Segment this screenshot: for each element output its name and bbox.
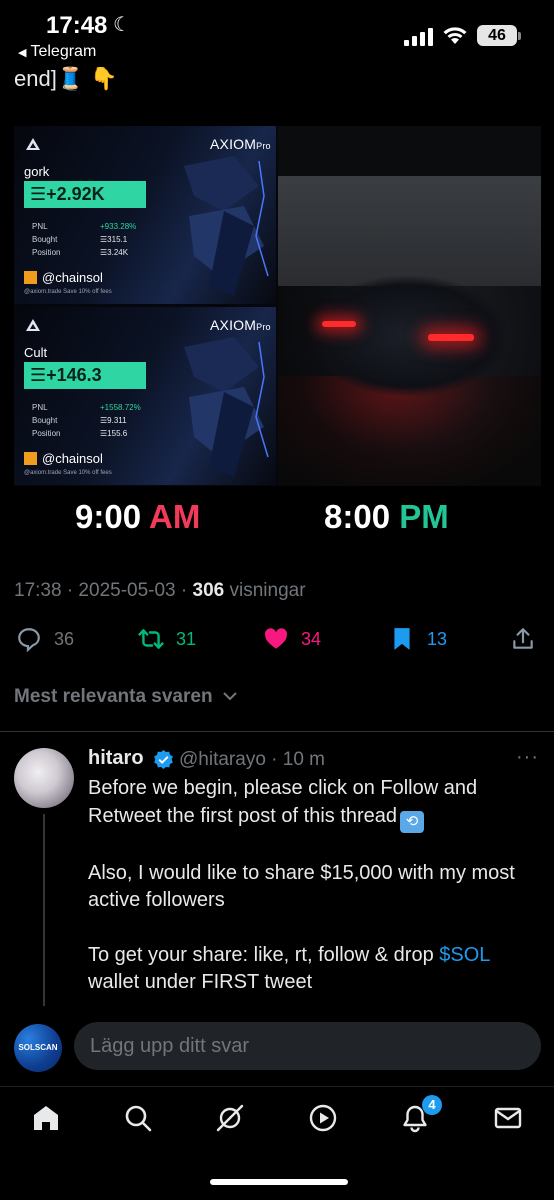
heart-icon [265, 628, 288, 649]
tab-search[interactable] [123, 1103, 153, 1133]
card-footer: @axiom.trade Save 10% off fees [24, 470, 112, 476]
battery-tip [518, 32, 521, 40]
pnl-card-gork[interactable]: AXIOMPro gork ☰+2.92K PNL Bought Positio… [14, 126, 276, 304]
reply-input[interactable]: Lägg upp ditt svar [74, 1022, 541, 1070]
axiom-logo-icon [26, 319, 40, 331]
tab-messages[interactable] [493, 1103, 523, 1133]
back-triangle-icon: ◀ [18, 47, 27, 59]
tab-grok[interactable] [215, 1103, 245, 1133]
reply-paragraph: To get your share: like, rt, follow & dr… [88, 943, 490, 994]
reply-handle-time: @hitarayo · 10 m [179, 749, 326, 770]
reply-button[interactable]: 36 [16, 626, 74, 652]
avatar[interactable] [14, 748, 74, 808]
crystal-graphic [184, 156, 269, 296]
moon-icon: ☾ [113, 14, 131, 36]
tweet-media[interactable]: AXIOMPro gork ☰+2.92K PNL Bought Positio… [14, 126, 541, 486]
reply-author-name[interactable]: hitaro [88, 747, 144, 770]
stat-labels: PNL Bought Position [32, 403, 61, 438]
play-icon [309, 1104, 337, 1132]
share-button[interactable] [510, 626, 548, 652]
like-button[interactable]: 34 [263, 626, 321, 652]
reply-sort-dropdown[interactable]: Mest relevanta svaren [14, 686, 238, 708]
card-footer: @axiom.trade Save 10% off fees [24, 289, 112, 295]
views-count: 306 [192, 580, 225, 601]
repeat-emoji-icon: ⟲ [400, 810, 425, 833]
retweet-icon [138, 629, 164, 649]
tweet-actions: 36 31 34 13 [0, 618, 554, 662]
signal-icon [404, 28, 433, 46]
axiom-brand: AXIOMPro [210, 317, 271, 333]
token-name: gork [24, 164, 50, 179]
wifi-icon [443, 27, 467, 44]
tweet-meta: 17:38 · 2025-05-03 · 306 visningar [14, 580, 306, 601]
card-handle: @chainsol [24, 270, 103, 285]
status-time: 17:48 [46, 12, 108, 39]
share-icon [513, 628, 533, 649]
thread-end-text: end]🧵 👇 [14, 66, 118, 91]
tail-light [428, 334, 474, 341]
token-name: Cult [24, 345, 48, 360]
bookmark-icon [394, 628, 410, 650]
grok-icon [216, 1104, 244, 1132]
pnl-card-cult[interactable]: AXIOMPro Cult ☰+146.3 PNL Bought Positio… [14, 307, 276, 485]
status-bar: 17:48 ☾ ◀ Telegram 46 [0, 0, 554, 66]
stat-values: +933.28% ☰315.1 ☰3.24K [100, 222, 137, 257]
battery-indicator: 46 [477, 25, 517, 46]
tab-home[interactable] [31, 1103, 61, 1133]
more-options-icon[interactable]: ··· [516, 746, 539, 769]
thread-line [43, 814, 45, 1014]
reply-composer: SOLSCAN Lägg upp ditt svar [0, 1006, 554, 1086]
composer-avatar[interactable]: SOLSCAN [14, 1024, 62, 1072]
reply-paragraph: Before we begin, please click on Follow … [88, 775, 528, 833]
notifications-badge: 4 [422, 1095, 442, 1115]
reply-icon [18, 628, 40, 652]
tab-video[interactable] [308, 1103, 338, 1133]
verified-badge-icon [154, 749, 173, 770]
garage-door [278, 176, 541, 286]
axiom-logo-icon [26, 138, 40, 150]
retweet-button[interactable]: 31 [138, 626, 196, 652]
tail-light [322, 321, 356, 327]
card-handle: @chainsol [24, 451, 103, 466]
reply-paragraph: Also, I would like to share $15,000 with… [88, 861, 515, 912]
divider [0, 731, 554, 732]
stat-values: +1558.72% ☰9.311 ☰155.6 [100, 403, 141, 438]
time-label-pm: 8:00 PM [324, 498, 449, 535]
pnl-value: ☰+146.3 [24, 362, 146, 389]
search-icon [125, 1105, 152, 1132]
axiom-brand: AXIOMPro [210, 136, 271, 152]
pnl-value: ☰+2.92K [24, 181, 146, 208]
crystal-graphic [184, 337, 269, 477]
time-label-am: 9:00 AM [75, 498, 201, 535]
back-app-label: Telegram [30, 43, 97, 60]
stat-labels: PNL Bought Position [32, 222, 61, 257]
bookmark-button[interactable]: 13 [389, 626, 447, 652]
back-to-app-link[interactable]: ◀ Telegram [18, 43, 96, 61]
car-silhouette [308, 276, 508, 396]
chevron-down-icon [223, 692, 237, 701]
mail-icon [494, 1107, 522, 1129]
home-icon [34, 1106, 58, 1130]
reply-text: Before we begin, please click on Follow … [88, 775, 528, 1024]
cashtag-link[interactable]: $SOL [439, 944, 489, 966]
car-photo[interactable] [278, 126, 541, 486]
home-indicator[interactable] [210, 1179, 348, 1185]
